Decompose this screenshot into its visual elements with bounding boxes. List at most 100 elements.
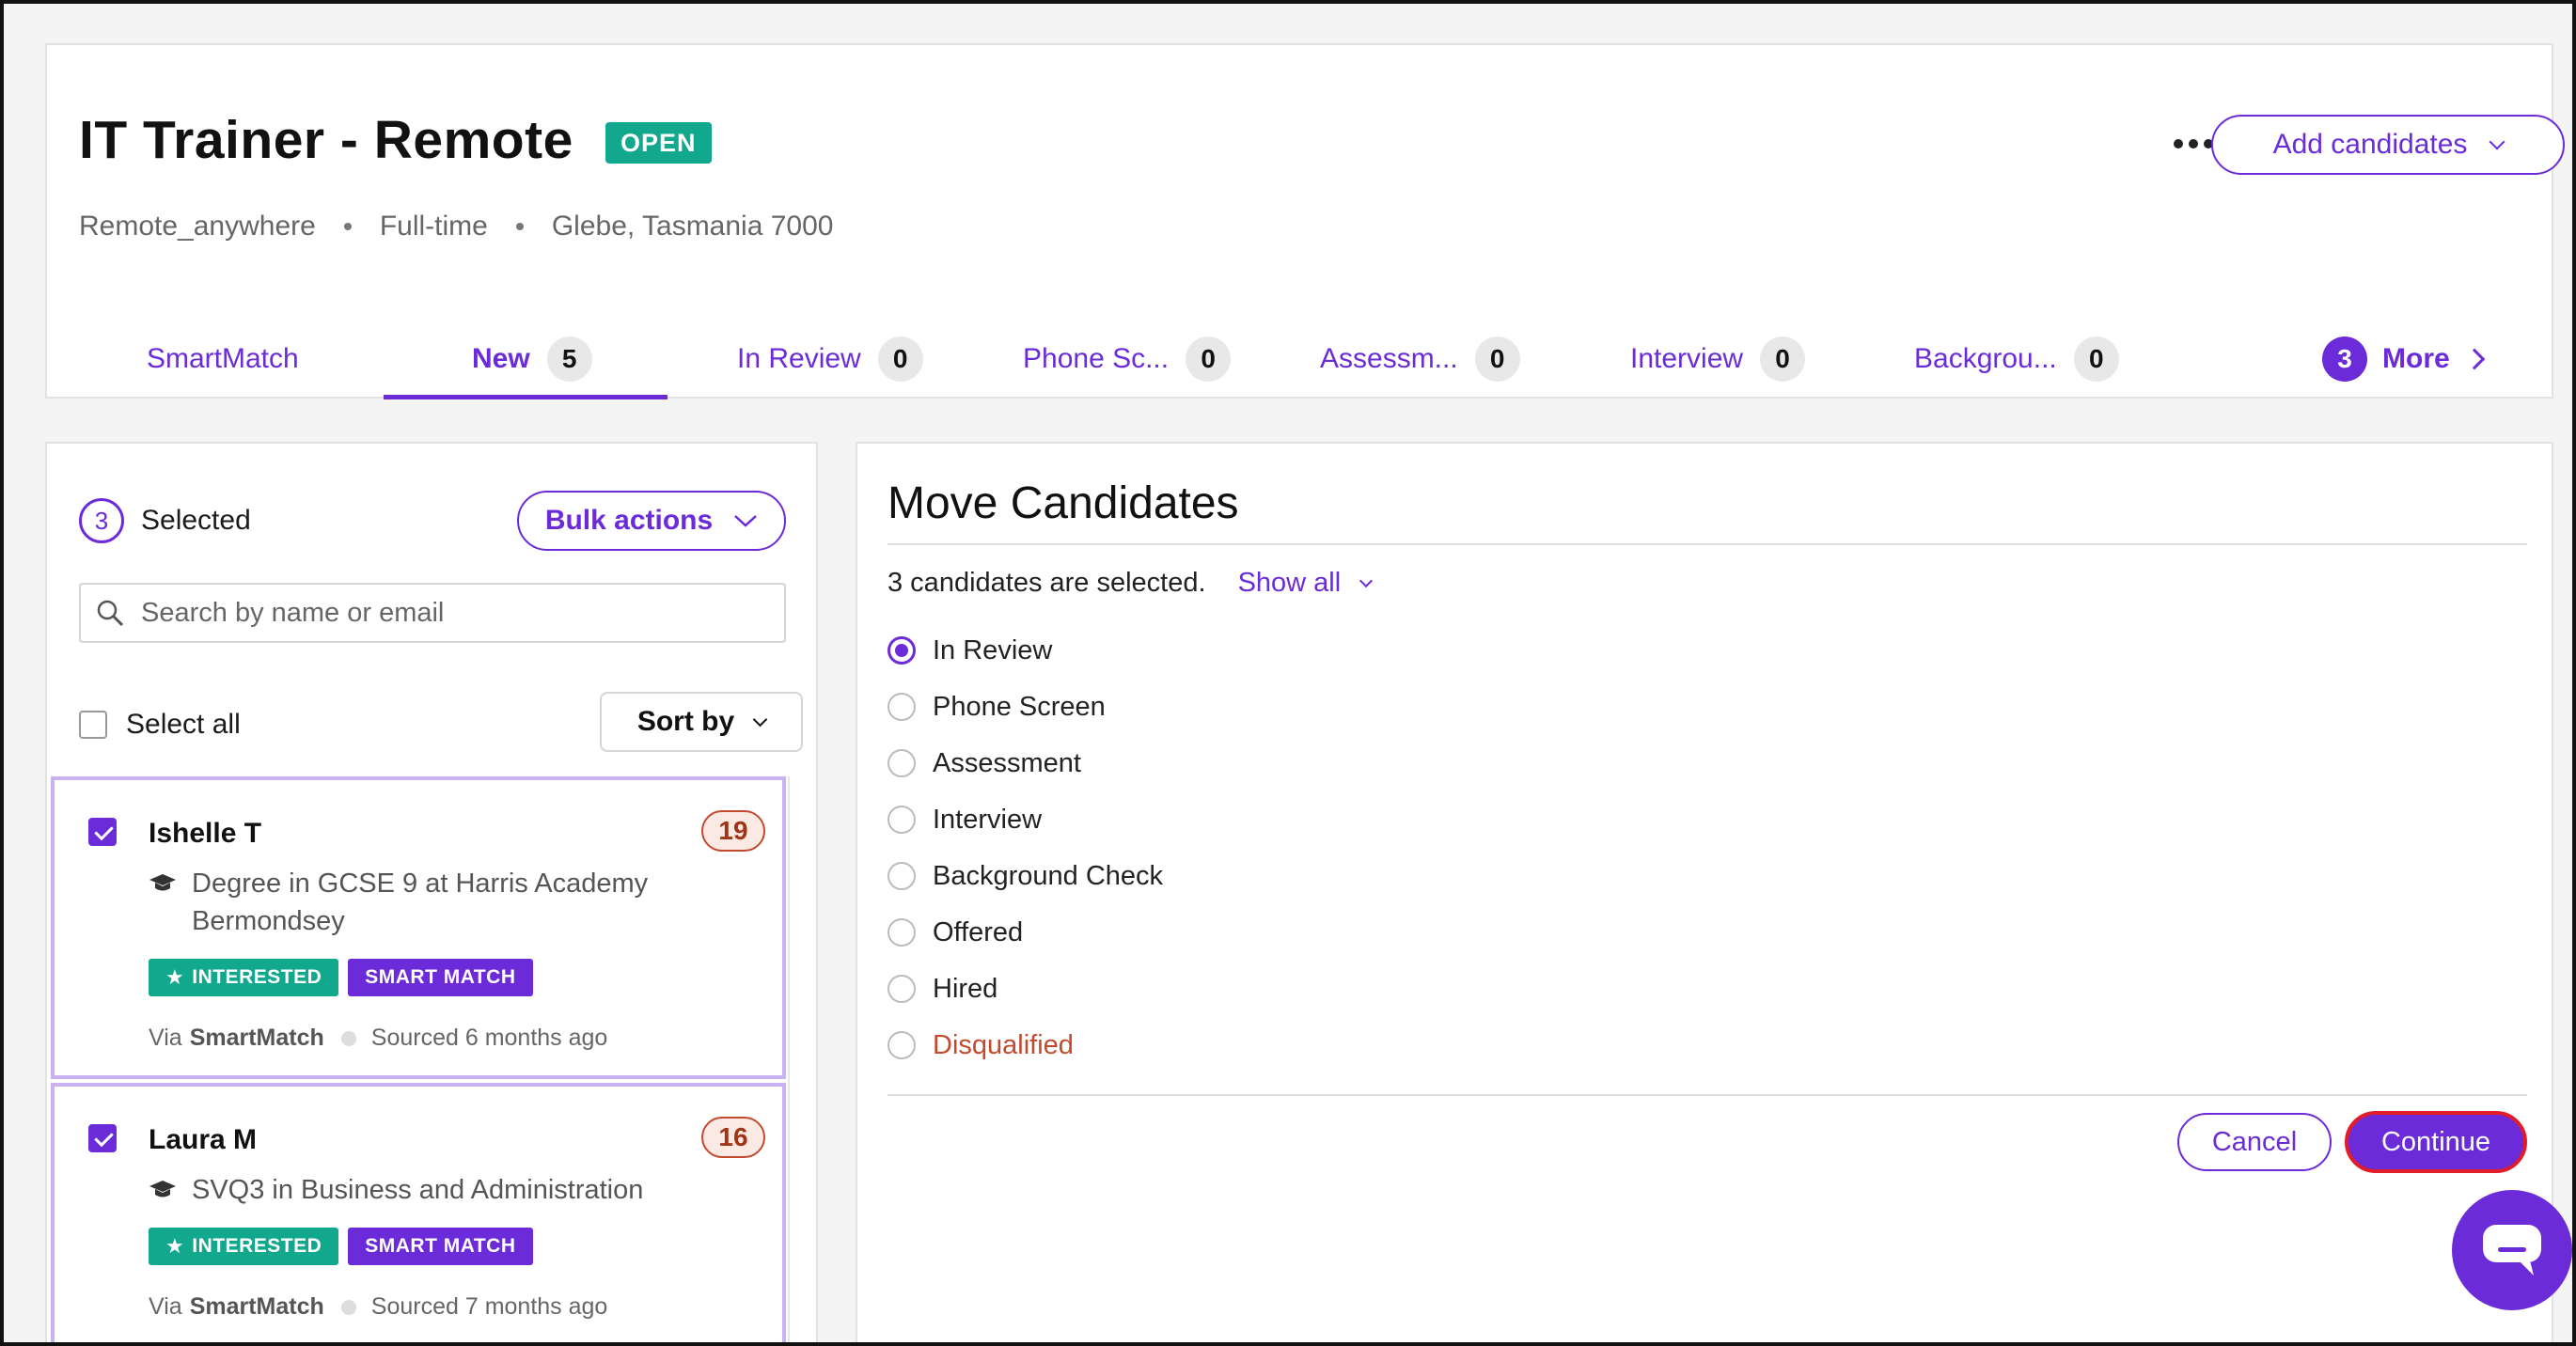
selected-label: Selected	[141, 505, 251, 536]
stage-option-offered[interactable]: Offered	[887, 904, 1163, 961]
candidate-name[interactable]: Laura M	[149, 1124, 257, 1156]
show-all-link[interactable]: Show all	[1237, 568, 1374, 599]
tab-in-review[interactable]: In Review 0	[737, 318, 923, 400]
candidate-checkbox[interactable]	[88, 818, 117, 846]
move-candidates-panel: Move Candidates 3 candidates are selecte…	[856, 442, 2553, 1342]
tag-label: INTERESTED	[192, 1235, 322, 1257]
stage-label: Background Check	[933, 860, 1164, 891]
stage-option-assessment[interactable]: Assessment	[887, 735, 1163, 791]
search-field[interactable]	[79, 583, 786, 643]
tab-phone-screen[interactable]: Phone Sc... 0	[1023, 318, 1232, 400]
chevron-down-icon	[2489, 133, 2505, 150]
candidate-education: SVQ3 in Business and Administration	[149, 1171, 675, 1209]
continue-button[interactable]: Continue	[2345, 1111, 2527, 1173]
tab-interview[interactable]: Interview 0	[1630, 318, 1806, 400]
sourced-time: Sourced 6 months ago	[370, 1025, 608, 1051]
radio-button[interactable]	[887, 862, 916, 890]
chevron-down-icon	[1359, 573, 1374, 587]
tab-new[interactable]: New 5	[472, 318, 592, 400]
sort-by-button[interactable]: Sort by	[600, 692, 803, 752]
tab-count: 0	[877, 336, 923, 382]
candidate-source: Via SmartMatch Sourced 7 months ago	[149, 1293, 607, 1321]
job-meta: Remote_anywhere Full-time Glebe, Tasmani…	[79, 211, 833, 243]
radio-button[interactable]	[887, 749, 916, 777]
stage-tabs: SmartMatch New 5 In Review 0 Phone Sc...…	[47, 318, 2552, 400]
candidate-tags: ★ INTERESTED SMART MATCH	[149, 1228, 533, 1265]
divider	[887, 543, 2527, 545]
stage-option-background-check[interactable]: Background Check	[887, 848, 1163, 904]
job-employment-type: Full-time	[379, 211, 488, 242]
app-frame: IT Trainer - Remote OPEN Remote_anywhere…	[0, 0, 2576, 1346]
candidate-name[interactable]: Ishelle T	[149, 818, 261, 850]
tab-smartmatch[interactable]: SmartMatch	[147, 318, 299, 400]
more-label: More	[2382, 343, 2450, 374]
chat-button[interactable]	[2452, 1190, 2572, 1310]
stage-option-in-review[interactable]: In Review	[887, 622, 1163, 679]
via-prefix: Via	[149, 1025, 182, 1051]
add-candidates-button[interactable]: Add candidates	[2211, 115, 2565, 175]
separator-dot	[340, 1030, 356, 1046]
tab-more[interactable]: 3 More	[2322, 318, 2486, 400]
selection-info: 3 candidates are selected. Show all	[887, 568, 1374, 599]
select-all-row[interactable]: Select all	[79, 709, 241, 741]
stage-option-hired[interactable]: Hired	[887, 961, 1163, 1017]
more-options-icon[interactable]	[2174, 139, 2213, 149]
radio-button[interactable]	[887, 693, 916, 721]
candidate-list-panel: 3 Selected Bulk actions Select all Sort …	[45, 442, 818, 1342]
radio-button[interactable]	[887, 975, 916, 1003]
add-candidates-label: Add candidates	[2272, 129, 2468, 160]
select-all-checkbox[interactable]	[79, 711, 107, 739]
stage-option-disqualified[interactable]: Disqualified	[887, 1017, 1163, 1073]
stage-option-phone-screen[interactable]: Phone Screen	[887, 679, 1163, 735]
job-title: IT Trainer - Remote	[79, 110, 573, 170]
tag-label: INTERESTED	[192, 966, 322, 988]
tab-label: Interview	[1630, 343, 1744, 374]
divider	[887, 1094, 2527, 1096]
stage-label: Phone Screen	[933, 691, 1106, 722]
candidate-source: Via SmartMatch Sourced 6 months ago	[149, 1025, 607, 1052]
separator-dot	[340, 1299, 356, 1315]
stage-label: Disqualified	[933, 1029, 1074, 1060]
bulk-actions-button[interactable]: Bulk actions	[517, 491, 786, 551]
stage-label: Interview	[933, 804, 1043, 835]
stage-option-interview[interactable]: Interview	[887, 791, 1163, 848]
tab-count: 0	[1760, 336, 1806, 382]
panel-title: Move Candidates	[887, 478, 1239, 528]
match-score: 16	[701, 1117, 765, 1158]
interested-tag: ★ INTERESTED	[149, 959, 339, 996]
tab-assessment[interactable]: Assessm... 0	[1320, 318, 1520, 400]
chevron-down-icon	[752, 712, 768, 727]
status-badge: OPEN	[605, 122, 712, 164]
cancel-button[interactable]: Cancel	[2177, 1113, 2332, 1171]
candidate-education: Degree in GCSE 9 at Harris Academy Bermo…	[149, 865, 675, 940]
show-all-label: Show all	[1237, 568, 1342, 598]
search-input[interactable]	[141, 597, 743, 629]
stage-radio-group: In Review Phone Screen Assessment Interv…	[887, 622, 1163, 1073]
tab-label: New	[472, 343, 530, 374]
tab-count: 5	[546, 336, 592, 382]
candidate-cards: Ishelle T 19 Degree in GCSE 9 at Harris …	[51, 776, 790, 1342]
tab-count: 0	[1474, 336, 1520, 382]
select-all-label: Select all	[126, 709, 241, 740]
job-header: IT Trainer - Remote OPEN Remote_anywhere…	[45, 43, 2565, 400]
bulk-actions-label: Bulk actions	[544, 505, 714, 536]
radio-button[interactable]	[887, 918, 916, 947]
interested-tag: ★ INTERESTED	[149, 1228, 339, 1265]
tab-background-check[interactable]: Backgrou... 0	[1914, 318, 2119, 400]
candidate-card[interactable]: Laura M 16 SVQ3 in Business and Administ…	[51, 1083, 786, 1342]
candidate-checkbox[interactable]	[88, 1124, 117, 1152]
radio-button[interactable]	[887, 806, 916, 834]
radio-button[interactable]	[887, 1031, 916, 1059]
via-source: SmartMatch	[189, 1293, 324, 1320]
separator-dot	[515, 223, 524, 230]
star-icon: ★	[165, 1234, 185, 1258]
separator-dot	[343, 223, 352, 230]
tab-label: Backgrou...	[1914, 343, 2057, 374]
radio-button[interactable]	[887, 636, 916, 665]
selection-info-text: 3 candidates are selected.	[887, 568, 1206, 598]
selection-summary: 3 Selected	[79, 498, 251, 543]
candidate-card[interactable]: Ishelle T 19 Degree in GCSE 9 at Harris …	[51, 776, 786, 1079]
tab-count: 0	[1186, 336, 1232, 382]
stage-label: Offered	[933, 916, 1024, 947]
tab-count: 0	[2073, 336, 2119, 382]
